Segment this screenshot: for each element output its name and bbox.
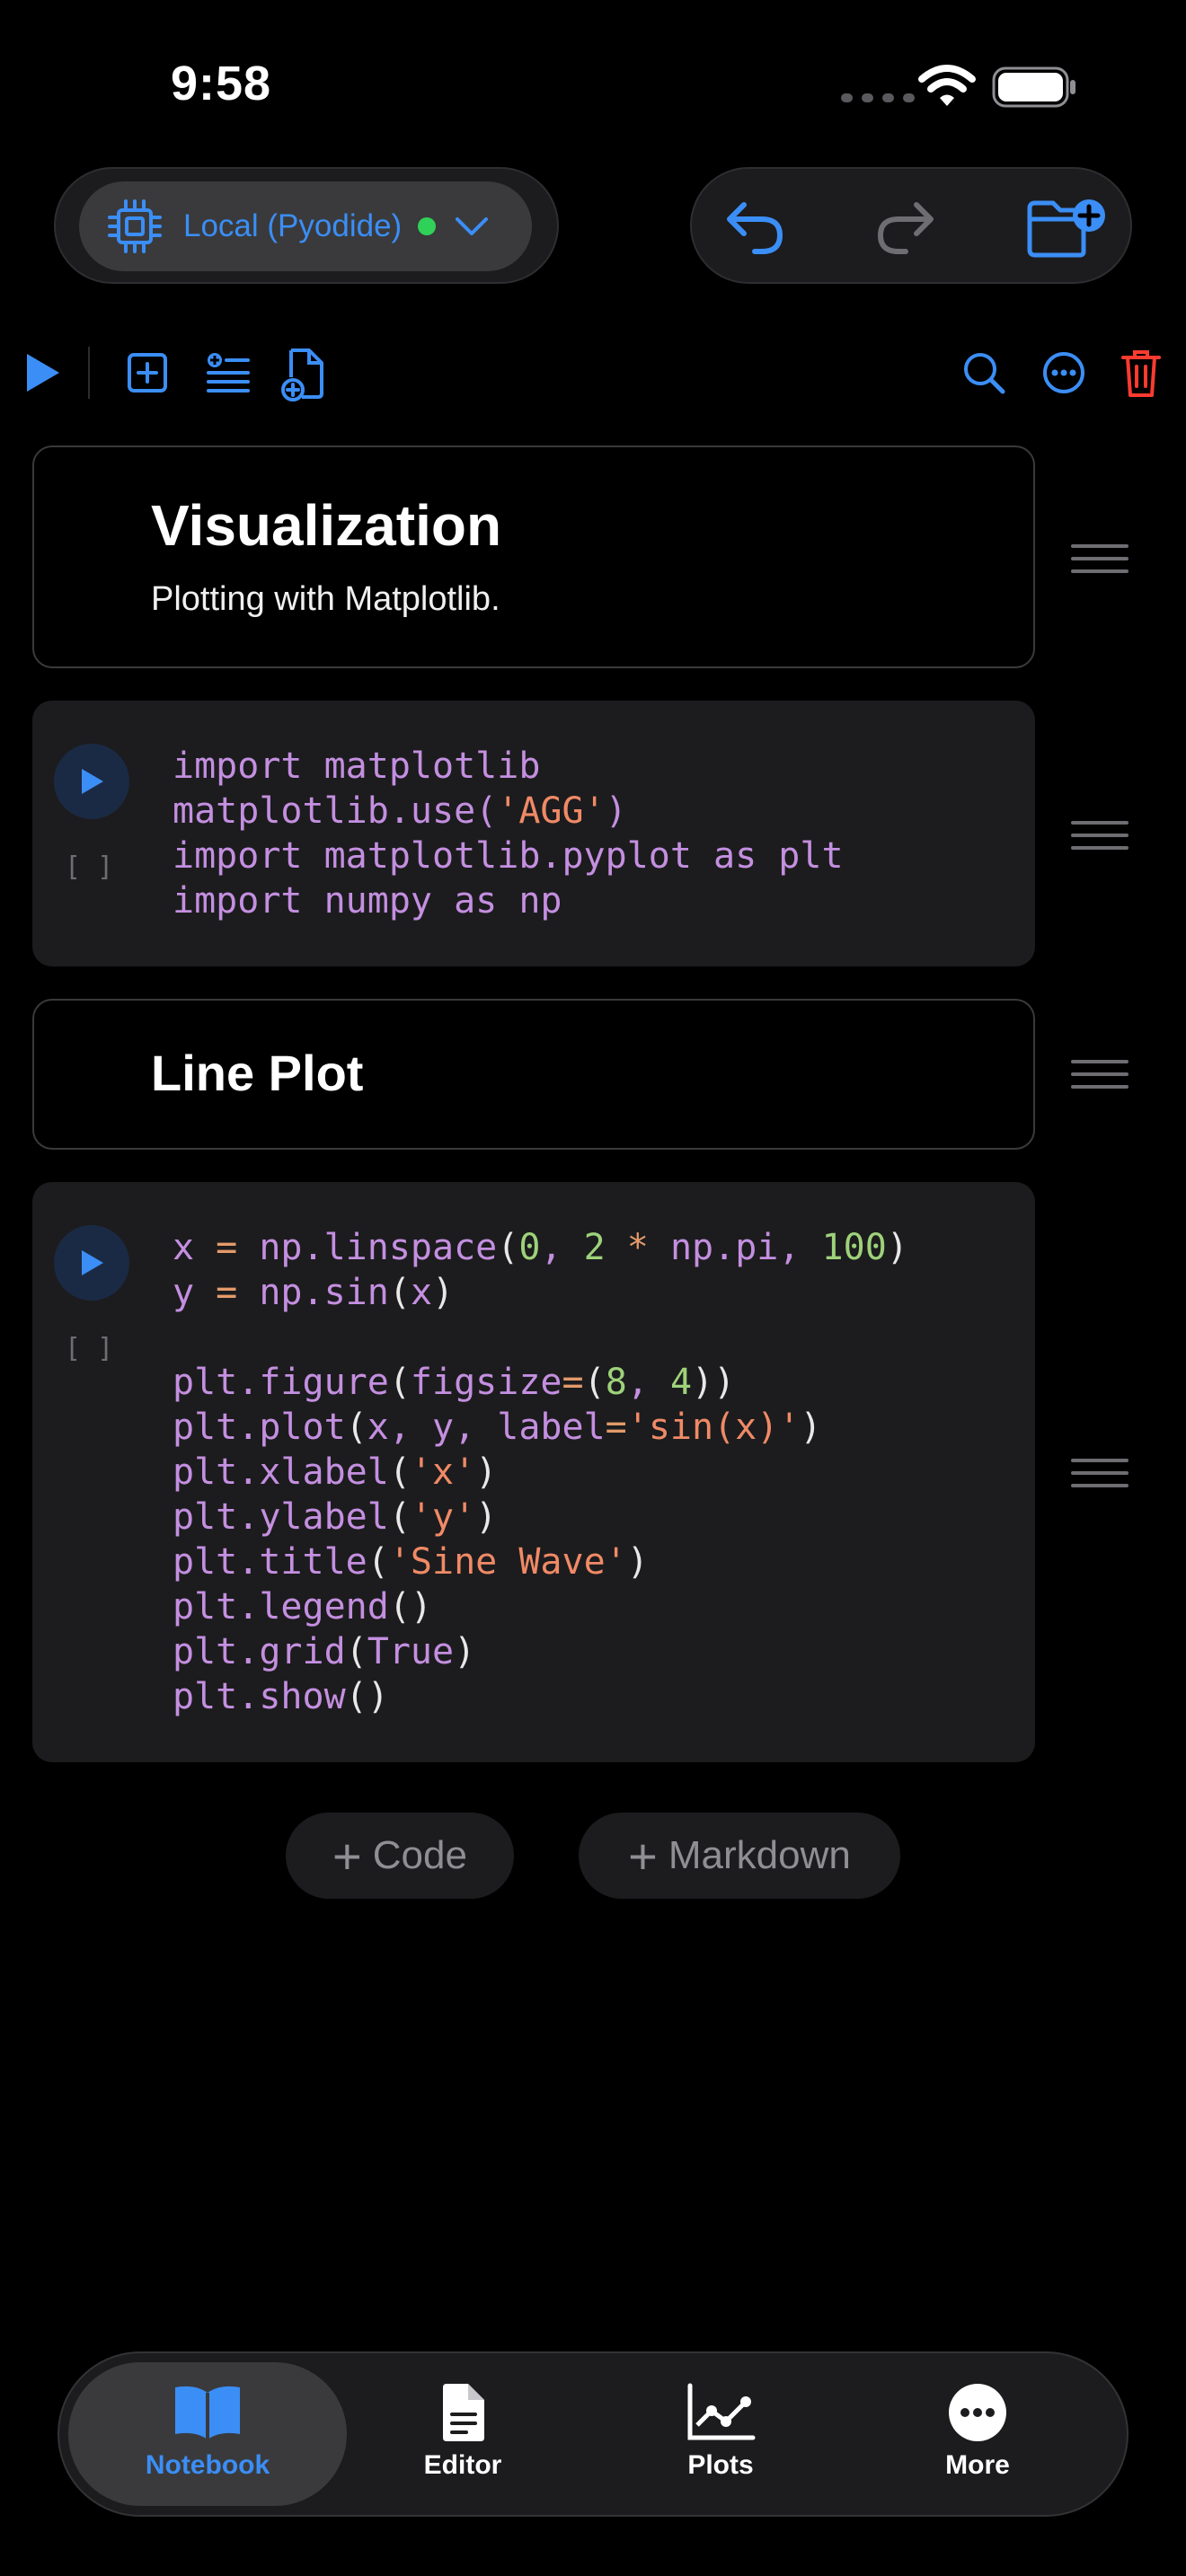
wifi-icon (918, 65, 976, 106)
drag-handle-icon[interactable] (1071, 821, 1128, 859)
code-line: import matplotlib (173, 745, 541, 787)
ellipsis-icon (949, 2384, 1006, 2441)
run-cell-button[interactable] (54, 1225, 129, 1301)
code-line: plt.title('Sine Wave') (173, 1541, 649, 1583)
code-line: plt.plot(x, y, label='sin(x)') (173, 1407, 822, 1448)
cpu-chip-icon (108, 199, 162, 253)
code-line: plt.show() (173, 1676, 389, 1717)
code-line: matplotlib.use('AGG') (173, 790, 627, 832)
code-line: x = np.linspace(0, 2 * np.pi, 100) (173, 1227, 908, 1268)
undo-icon[interactable] (724, 196, 787, 257)
more-options-icon[interactable] (1040, 345, 1087, 401)
add-markdown-label: Markdown (668, 1833, 851, 1877)
tab-label: More (945, 2450, 1010, 2480)
code-line: y = np.sin(x) (173, 1272, 455, 1313)
plus-icon: + (628, 1827, 658, 1884)
new-document-icon[interactable] (280, 345, 327, 402)
tab-more[interactable]: More (879, 2382, 1076, 2481)
document-icon (443, 2384, 484, 2441)
tab-plots[interactable]: Plots (622, 2382, 819, 2481)
markdown-text: Plotting with Matplotlib. (151, 580, 500, 618)
add-code-cell-button[interactable]: + Code (286, 1813, 514, 1899)
chart-icon (687, 2383, 756, 2440)
markdown-heading: Visualization (151, 493, 502, 558)
toolbar-divider (88, 347, 90, 399)
code-line: plt.ylabel('y') (173, 1496, 498, 1538)
plus-icon: + (332, 1827, 362, 1884)
code-line: import matplotlib.pyplot as plt (173, 835, 844, 877)
add-code-label: Code (372, 1833, 467, 1877)
search-icon[interactable] (961, 345, 1008, 401)
code-line: plt.figure(figsize=(8, 4)) (173, 1362, 736, 1403)
code-line: import numpy as np (173, 880, 562, 922)
tab-label: Editor (423, 2450, 502, 2480)
tab-label: Plots (687, 2450, 754, 2480)
status-time: 9:58 (171, 57, 272, 110)
kernel-selector[interactable]: Local (Pyodide) (79, 181, 532, 271)
chevron-down-icon (456, 217, 489, 235)
code-editor[interactable]: import matplotlib matplotlib.use('AGG') … (173, 744, 844, 923)
code-line: plt.legend() (173, 1586, 432, 1628)
cellular-signal-icon (841, 93, 915, 102)
kernel-label: Local (Pyodide) (183, 208, 403, 243)
kernel-status-dot (418, 217, 437, 235)
markdown-heading: Line Plot (151, 1045, 364, 1101)
drag-handle-icon[interactable] (1071, 1060, 1128, 1098)
folder-add-icon[interactable] (1024, 196, 1111, 260)
play-icon (82, 769, 103, 794)
tab-label: Notebook (145, 2450, 270, 2480)
insert-markdown-icon[interactable] (205, 345, 252, 401)
app-screen: 9:58 Local (Pyodide) Visualization Plott… (0, 0, 1186, 2576)
add-cell-icon[interactable] (126, 345, 169, 401)
code-line: plt.grid(True) (173, 1631, 476, 1672)
drag-handle-icon[interactable] (1071, 1459, 1128, 1496)
redo-icon[interactable] (873, 196, 936, 257)
execution-count: [ ] (65, 1333, 114, 1364)
run-cell-button[interactable] (54, 744, 129, 819)
drag-handle-icon[interactable] (1071, 544, 1128, 582)
execution-count: [ ] (65, 851, 114, 883)
code-line: plt.xlabel('x') (173, 1451, 498, 1493)
code-editor[interactable]: x = np.linspace(0, 2 * np.pi, 100) y = n… (173, 1225, 908, 1719)
tab-notebook[interactable]: Notebook (109, 2382, 306, 2481)
tab-editor[interactable]: Editor (364, 2382, 562, 2481)
trash-icon[interactable] (1120, 345, 1163, 401)
add-markdown-cell-button[interactable]: + Markdown (579, 1813, 900, 1899)
battery-icon (992, 66, 1075, 108)
play-icon (82, 1250, 103, 1275)
book-icon (175, 2386, 240, 2439)
run-all-icon[interactable] (23, 345, 63, 401)
